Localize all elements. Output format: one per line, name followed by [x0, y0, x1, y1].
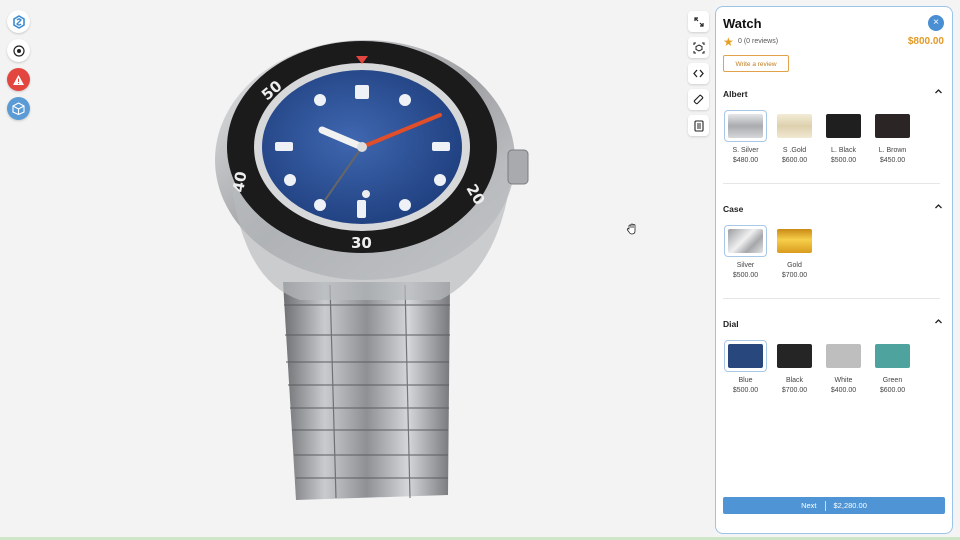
- option-l-brown[interactable]: L. Brown $450.00: [868, 110, 917, 164]
- swatch: [826, 114, 861, 138]
- swatch: [875, 114, 910, 138]
- option-price: $500.00: [732, 387, 759, 394]
- product-title: Watch: [723, 16, 762, 31]
- logo-icon[interactable]: [7, 10, 30, 33]
- next-button[interactable]: Next $2,280.00: [723, 497, 945, 514]
- measure-icon[interactable]: [688, 89, 709, 110]
- section-title: Case: [723, 204, 744, 214]
- next-label: Next: [801, 501, 817, 510]
- option-name: Black: [785, 377, 804, 384]
- option-price: $450.00: [879, 157, 906, 164]
- close-button[interactable]: ×: [928, 15, 944, 31]
- section-dial-header[interactable]: Dial: [723, 317, 945, 331]
- divider: [723, 183, 940, 184]
- option-name: Green: [882, 377, 903, 384]
- option-dial-black[interactable]: Black $700.00: [770, 340, 819, 394]
- chevron-up-icon: [935, 89, 942, 94]
- option-name: S. Silver: [732, 147, 759, 154]
- hand-cursor-icon: [626, 222, 638, 240]
- option-l-black[interactable]: L. Black $500.00: [819, 110, 868, 164]
- option-dial-green[interactable]: Green $600.00: [868, 340, 917, 394]
- write-review-button[interactable]: Write a review: [723, 55, 789, 72]
- divider: [723, 298, 940, 299]
- fullscreen-icon[interactable]: [688, 11, 709, 32]
- right-toolbar: [688, 11, 709, 136]
- cube-icon[interactable]: [7, 97, 30, 120]
- rating-row: ★ 0 (0 reviews) $800.00: [723, 36, 945, 50]
- bezel-number: 40: [229, 170, 250, 194]
- eye-icon[interactable]: [7, 39, 30, 62]
- option-price: $500.00: [830, 157, 857, 164]
- swatch: [826, 344, 861, 368]
- chevron-up-icon: [935, 319, 942, 324]
- swatch: [875, 344, 910, 368]
- option-price: $500.00: [732, 272, 759, 279]
- swatch: [777, 229, 812, 253]
- option-name: L. Black: [831, 147, 856, 154]
- section-title: Dial: [723, 319, 739, 329]
- warning-icon[interactable]: [7, 68, 30, 91]
- option-case-gold[interactable]: Gold $700.00: [770, 225, 819, 279]
- option-price: $600.00: [879, 387, 906, 394]
- option-s-silver[interactable]: S. Silver $480.00: [721, 110, 770, 164]
- option-dial-blue[interactable]: Blue $500.00: [721, 340, 770, 394]
- option-dial-white[interactable]: White $400.00: [819, 340, 868, 394]
- case-options: Silver $500.00 Gold $700.00: [721, 225, 819, 279]
- option-name: Silver: [736, 262, 755, 269]
- section-dial: Dial: [723, 317, 945, 331]
- option-price: $480.00: [732, 157, 759, 164]
- option-name: Blue: [738, 377, 753, 384]
- section-albert-header[interactable]: Albert: [723, 87, 945, 101]
- option-name: White: [834, 377, 853, 384]
- chevron-up-icon: [935, 204, 942, 209]
- swatch: [777, 114, 812, 138]
- notes-icon[interactable]: [688, 115, 709, 136]
- watch-3d-model[interactable]: 50 40 30 20: [0, 0, 715, 540]
- star-icon: ★: [723, 35, 734, 49]
- reviews-count[interactable]: 0 (0 reviews): [738, 38, 778, 45]
- embed-code-icon[interactable]: [688, 63, 709, 84]
- swatch: [728, 229, 763, 253]
- swatch: [728, 114, 763, 138]
- dial-options: Blue $500.00 Black $700.00 White $400.00…: [721, 340, 917, 394]
- section-title: Albert: [723, 89, 748, 99]
- panel-header: Watch ×: [723, 15, 945, 35]
- swatch: [728, 344, 763, 368]
- option-price: $700.00: [781, 387, 808, 394]
- separator: [824, 500, 826, 511]
- 3d-viewport[interactable]: 50 40 30 20: [0, 0, 715, 540]
- product-price: $800.00: [907, 36, 944, 47]
- configurator-panel: Watch × ★ 0 (0 reviews) $800.00 Write a …: [715, 6, 953, 534]
- section-albert: Albert: [723, 87, 945, 101]
- option-price: $700.00: [781, 272, 808, 279]
- left-toolbar: [7, 10, 30, 120]
- section-case-header[interactable]: Case: [723, 202, 945, 216]
- option-price: $400.00: [830, 387, 857, 394]
- option-price: $600.00: [781, 157, 808, 164]
- option-case-silver[interactable]: Silver $500.00: [721, 225, 770, 279]
- albert-options: S. Silver $480.00 S .Gold $600.00 L. Bla…: [721, 110, 917, 164]
- option-s-gold[interactable]: S .Gold $600.00: [770, 110, 819, 164]
- total-price: $2,280.00: [833, 501, 867, 510]
- section-case: Case: [723, 202, 945, 216]
- ar-camera-icon[interactable]: [688, 37, 709, 58]
- option-name: Gold: [787, 262, 802, 269]
- option-name: L. Brown: [878, 147, 907, 154]
- swatch: [777, 344, 812, 368]
- bezel-number: 30: [351, 234, 372, 252]
- option-name: S .Gold: [782, 147, 807, 154]
